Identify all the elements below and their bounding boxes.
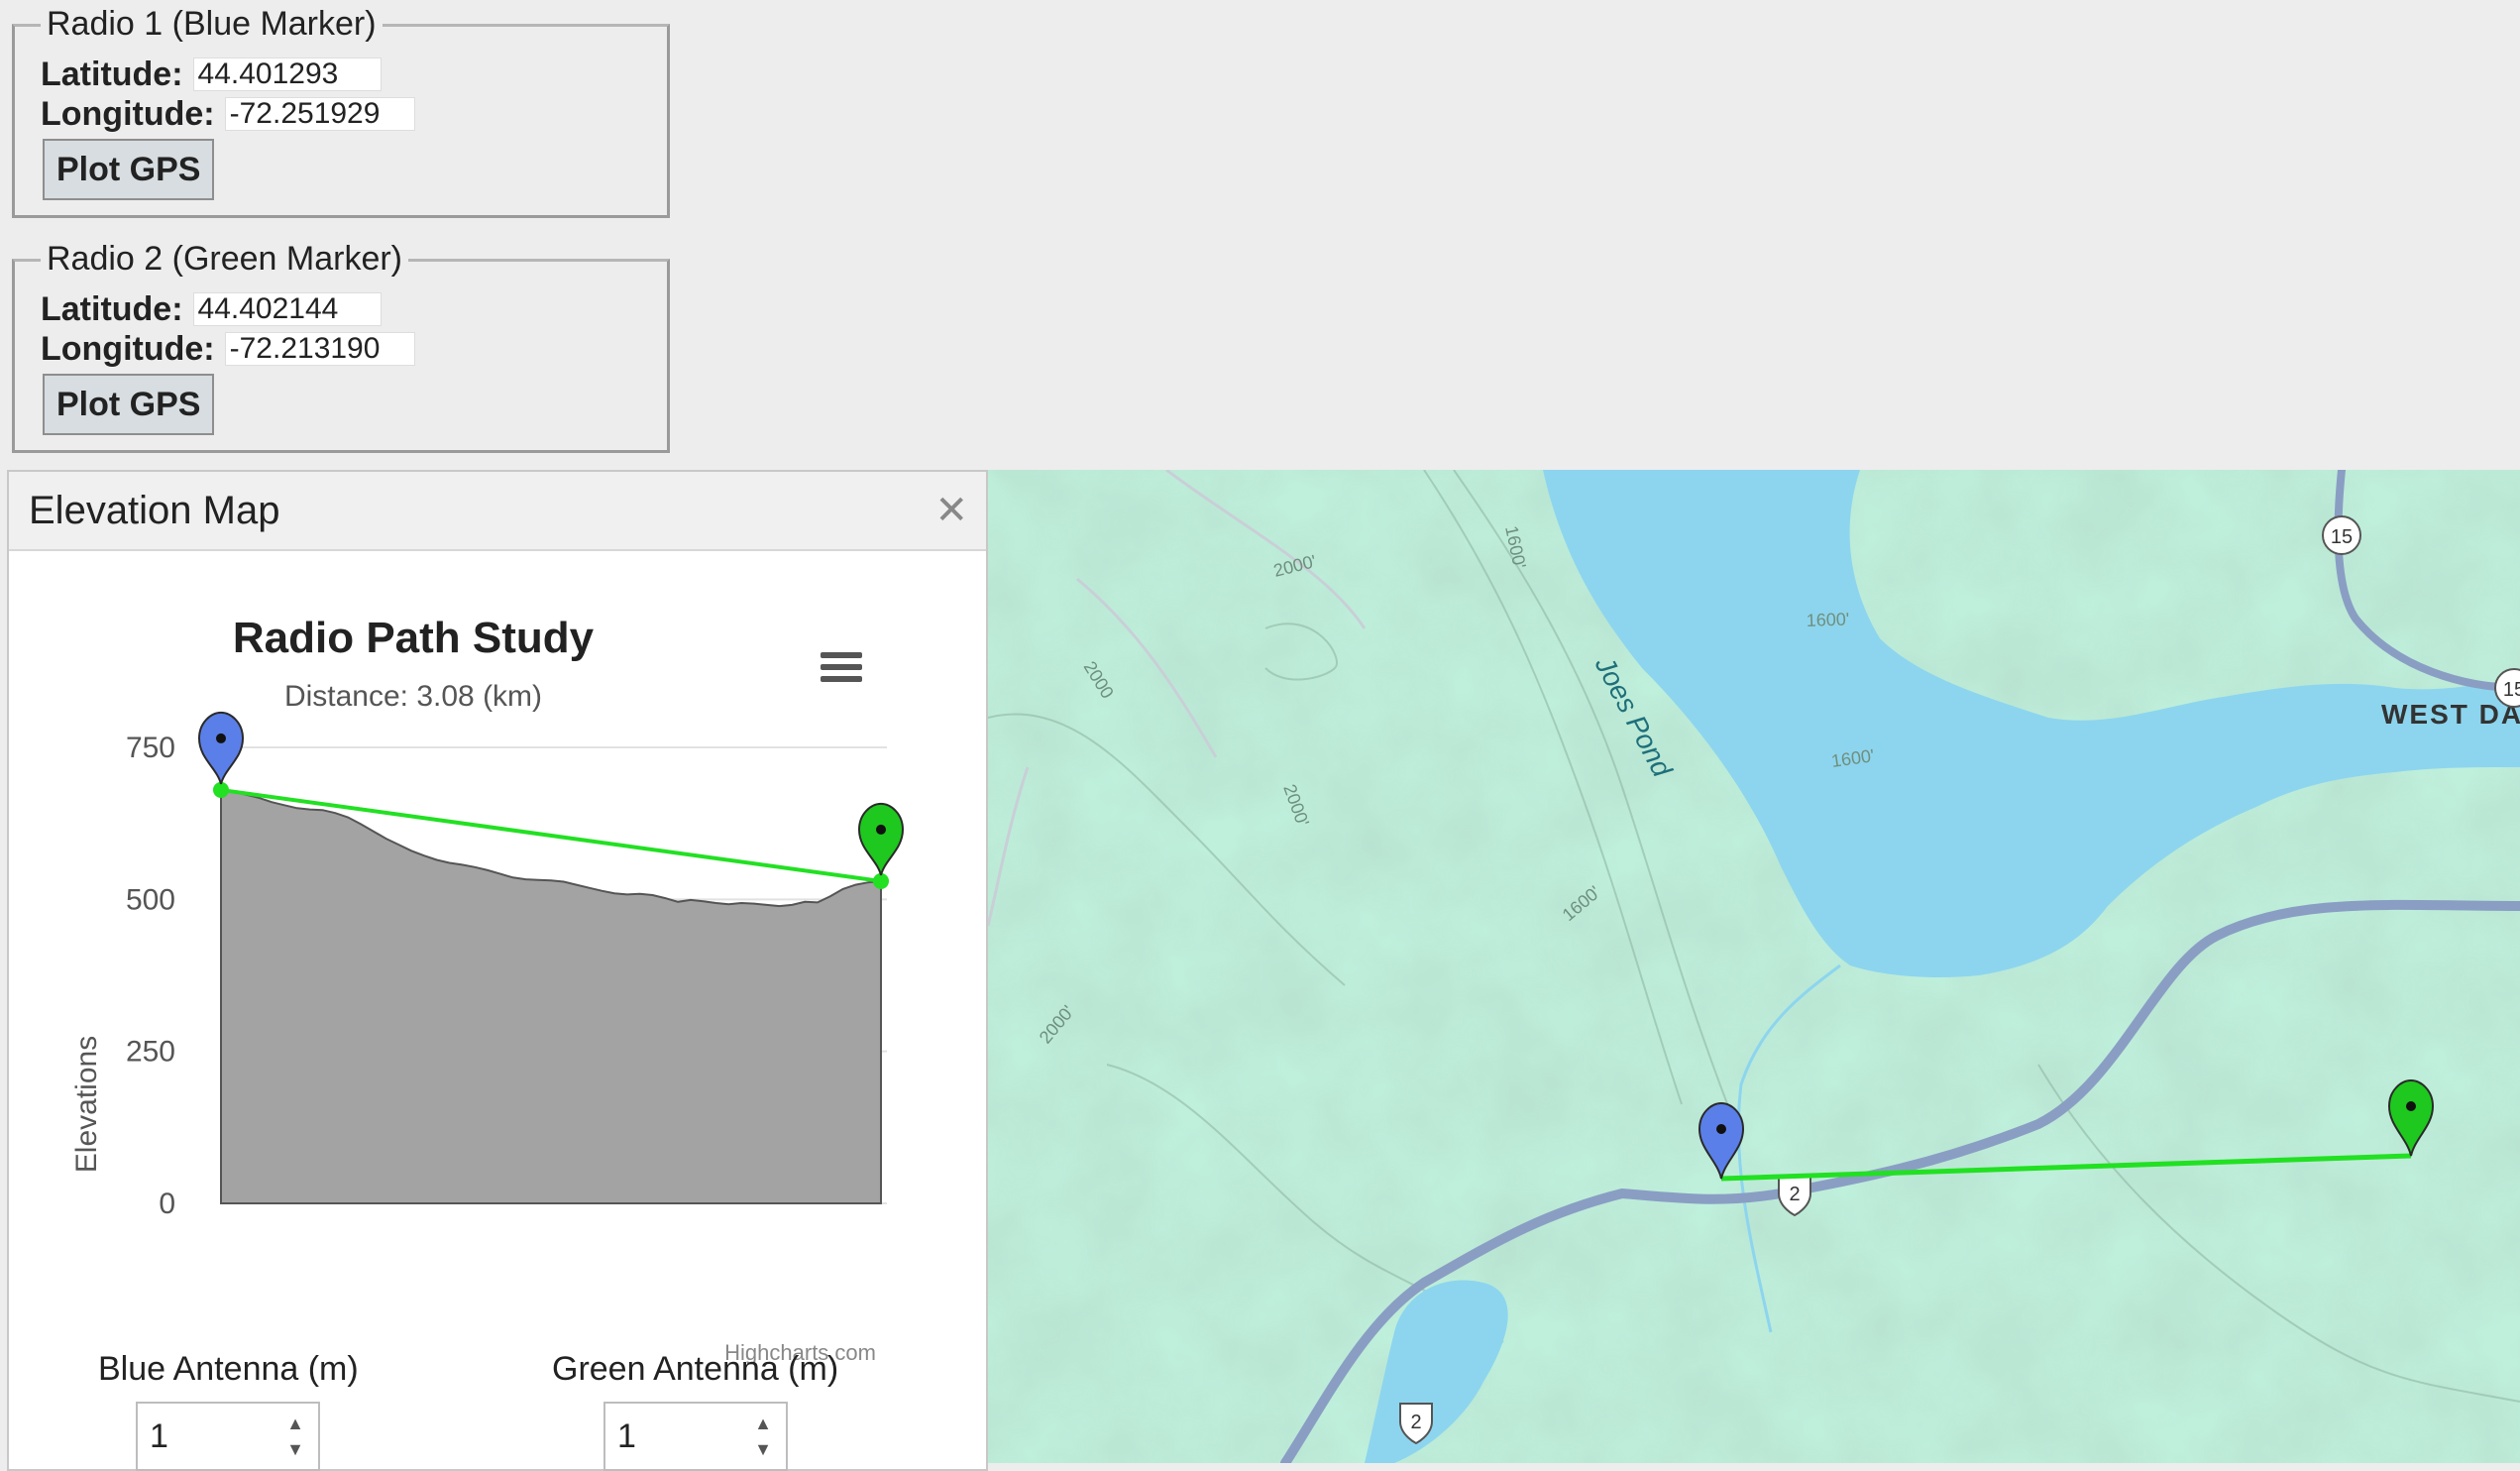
- blue-antenna-label: Blue Antenna (m): [98, 1350, 359, 1388]
- chart-green-marker-icon-body: [857, 802, 905, 876]
- y-axis-label: Elevations: [70, 1036, 103, 1173]
- route-15-shield-top: 15: [2322, 515, 2361, 555]
- step-up-icon[interactable]: ▲: [754, 1411, 772, 1436]
- radio2-fieldset: Radio 2 (Green Marker) Latitude: 44.4021…: [12, 240, 670, 453]
- svg-text:15: 15: [2503, 679, 2520, 701]
- y-tick-label: 0: [159, 1188, 175, 1220]
- chart-title: Radio Path Study: [233, 614, 595, 662]
- svg-text:2: 2: [1410, 1412, 1421, 1433]
- radio1-longitude-input[interactable]: -72.251929: [224, 97, 415, 131]
- topo-map[interactable]: Joes Pond WEST DANVILLE 1600' 2000' 2000…: [988, 470, 2520, 1463]
- los-end-point: [873, 872, 889, 889]
- green-antenna-value: 1: [617, 1416, 636, 1455]
- elevation-dialog: Elevation Map ✕ Radio Path Study Distanc…: [7, 470, 988, 1471]
- radio1-longitude-row: Longitude: -72.251929: [41, 94, 415, 134]
- y-tick-label: 750: [126, 732, 175, 764]
- elevation-area: [220, 788, 882, 1204]
- step-down-icon[interactable]: ▼: [286, 1436, 304, 1462]
- radio2-longitude-input[interactable]: -72.213190: [224, 332, 415, 366]
- chart-green-marker-icon-dot: [876, 824, 886, 835]
- green-antenna-stepper[interactable]: ▲ ▼: [740, 1404, 786, 1469]
- y-tick-label: 250: [126, 1036, 175, 1069]
- chart-green-marker-icon[interactable]: [857, 802, 905, 876]
- radio1-latitude-label: Latitude:: [41, 55, 183, 93]
- west-danville-label: WEST DANVILLE: [2381, 699, 2520, 730]
- radio1-latitude-row: Latitude: 44.401293: [41, 55, 382, 94]
- radio2-longitude-row: Longitude: -72.213190: [41, 329, 415, 369]
- dialog-title: Elevation Map: [29, 488, 280, 532]
- chart-blue-marker-icon-body: [197, 711, 245, 785]
- step-up-icon[interactable]: ▲: [286, 1411, 304, 1436]
- blue-antenna-value: 1: [150, 1416, 168, 1455]
- green-antenna-label: Green Antenna (m): [552, 1350, 839, 1388]
- radio2-plot-gps-button[interactable]: Plot GPS: [43, 374, 215, 435]
- dialog-header[interactable]: Elevation Map ✕: [9, 472, 986, 551]
- radio2-latitude-label: Latitude:: [41, 289, 183, 328]
- map-canvas[interactable]: Joes Pond WEST DANVILLE 1600' 2000' 2000…: [988, 470, 2520, 1463]
- chart-blue-marker-icon-dot: [216, 733, 226, 743]
- y-tick-label: 500: [126, 883, 175, 916]
- radio1-fieldset: Radio 1 (Blue Marker) Latitude: 44.40129…: [12, 5, 670, 218]
- radio2-latitude-input[interactable]: 44.402144: [192, 292, 382, 326]
- radio2-longitude-label: Longitude:: [41, 329, 215, 368]
- radio1-legend: Radio 1 (Blue Marker): [41, 5, 383, 44]
- close-icon[interactable]: ✕: [934, 488, 968, 533]
- svg-text:15: 15: [2331, 526, 2353, 548]
- blue-antenna-input[interactable]: 1 ▲ ▼: [136, 1402, 320, 1471]
- step-down-icon[interactable]: ▼: [754, 1436, 772, 1462]
- green-antenna-input[interactable]: 1 ▲ ▼: [603, 1402, 788, 1471]
- elevation-chart: Radio Path Study Distance: 3.08 (km) Ele…: [70, 614, 905, 1365]
- los-start-point: [213, 781, 229, 798]
- blue-antenna-stepper[interactable]: ▲ ▼: [273, 1404, 318, 1469]
- radio2-legend: Radio 2 (Green Marker): [41, 240, 409, 279]
- contour-label-1600-b: 1600': [1806, 609, 1849, 630]
- hamburger-menu-icon[interactable]: [821, 652, 862, 682]
- radio1-latitude-input[interactable]: 44.401293: [192, 57, 382, 91]
- chart-blue-marker-icon[interactable]: [197, 711, 245, 785]
- radio1-longitude-label: Longitude:: [41, 94, 215, 133]
- svg-text:2: 2: [1789, 1184, 1800, 1205]
- radio1-plot-gps-button[interactable]: Plot GPS: [43, 139, 215, 200]
- chart-subtitle: Distance: 3.08 (km): [284, 680, 542, 713]
- radio2-latitude-row: Latitude: 44.402144: [41, 289, 382, 329]
